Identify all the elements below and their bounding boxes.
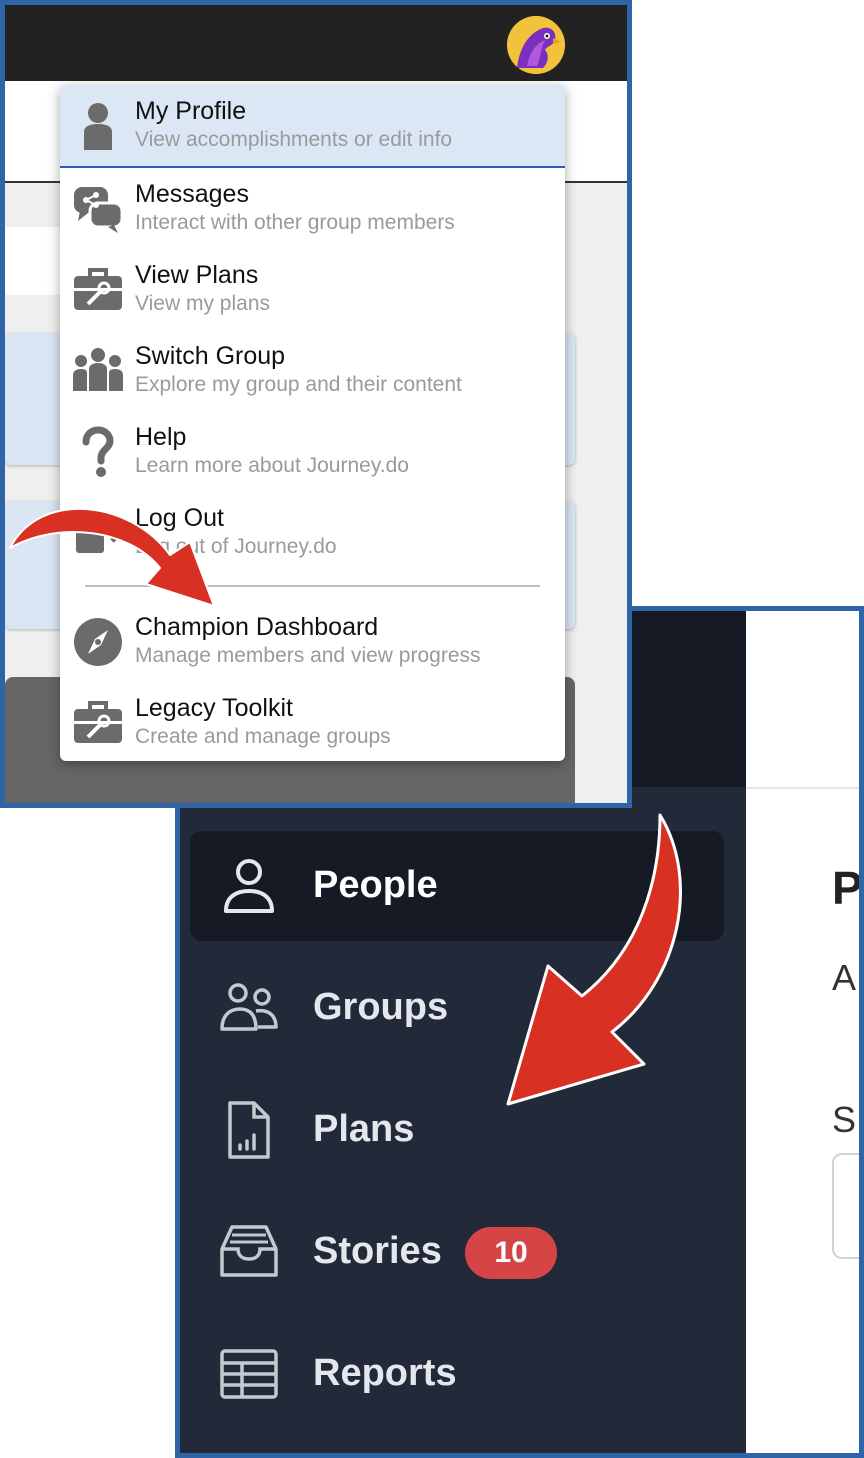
compass-icon: [74, 618, 122, 666]
page-subtitle: A: [832, 957, 857, 998]
sidebar-item-groups[interactable]: Groups: [190, 953, 724, 1063]
document-chart-icon: [228, 1101, 270, 1159]
menu-item-subtitle: Manage members and view progress: [135, 644, 481, 667]
menu-item-champion-dashboard[interactable]: Champion Dashboard Manage members and vi…: [60, 601, 565, 682]
user-icon: [224, 859, 274, 913]
menu-item-view-plans[interactable]: View Plans View my plans: [60, 249, 565, 330]
menu-item-title: My Profile: [135, 97, 247, 125]
sidebar-item-people[interactable]: People: [190, 831, 724, 941]
top-navbar: [5, 5, 627, 81]
menu-divider: [85, 585, 540, 587]
avatar[interactable]: [507, 16, 565, 74]
menu-item-subtitle: View accomplishments or edit info: [135, 128, 453, 151]
menu-item-switch-group[interactable]: Switch Group Explore my group and their …: [60, 330, 565, 411]
menu-item-subtitle: Explore my group and their content: [135, 373, 462, 396]
logout-icon: [76, 513, 124, 553]
page-title: P: [832, 862, 863, 914]
menu-item-title: Log Out: [135, 504, 224, 532]
menu-item-title: Switch Group: [135, 342, 286, 370]
stories-count-badge: 10: [465, 1227, 557, 1279]
menu-item-my-profile[interactable]: My Profile View accomplishments or edit …: [60, 85, 565, 168]
sidebar-item-label: People: [313, 864, 438, 906]
menu-item-messages[interactable]: Messages Interact with other group membe…: [60, 168, 565, 249]
menu-item-help[interactable]: Help Learn more about Journey.do: [60, 411, 565, 492]
search-input[interactable]: [832, 1153, 859, 1259]
menu-item-subtitle: Create and manage groups: [135, 725, 391, 748]
search-label: S: [832, 1099, 857, 1140]
sidebar-item-label: Plans: [313, 1108, 415, 1150]
background-row: [5, 227, 65, 295]
menu-item-title: View Plans: [135, 261, 259, 289]
sidebar-item-label: Groups: [313, 986, 449, 1028]
messages-icon: [74, 187, 124, 233]
menu-item-subtitle: Log out of Journey.do: [135, 535, 337, 558]
sidebar-item-reports[interactable]: Reports: [190, 1319, 724, 1429]
menu-item-title: Messages: [135, 180, 249, 208]
table-icon: [220, 1349, 278, 1399]
sidebar-item-label: Reports: [313, 1352, 457, 1394]
toolbox-icon: [74, 268, 122, 310]
group-icon: [73, 348, 123, 391]
menu-item-log-out[interactable]: Log Out Log out of Journey.do: [60, 492, 565, 573]
menu-item-title: Help: [135, 423, 187, 451]
menu-item-title: Champion Dashboard: [135, 613, 379, 641]
menu-item-title: Legacy Toolkit: [135, 694, 293, 722]
menu-item-legacy-toolkit[interactable]: Legacy Toolkit Create and manage groups: [60, 682, 565, 761]
sidebar-item-plans[interactable]: Plans: [190, 1075, 724, 1185]
question-icon: [82, 426, 114, 477]
menu-item-subtitle: Interact with other group members: [135, 211, 455, 234]
profile-menu-screenshot: My Profile View accomplishments or edit …: [0, 0, 632, 808]
sidebar-item-stories[interactable]: Stories 10: [190, 1197, 724, 1307]
profile-dropdown-menu: My Profile View accomplishments or edit …: [60, 85, 565, 761]
person-icon: [84, 103, 112, 150]
sidebar-item-label: Stories: [313, 1230, 442, 1272]
menu-item-subtitle: Learn more about Journey.do: [135, 454, 409, 477]
menu-item-subtitle: View my plans: [135, 292, 271, 315]
users-icon: [220, 983, 278, 1031]
inbox-icon: [220, 1225, 278, 1277]
toolbox-icon: [74, 701, 122, 743]
main-header-divider: [746, 787, 859, 789]
